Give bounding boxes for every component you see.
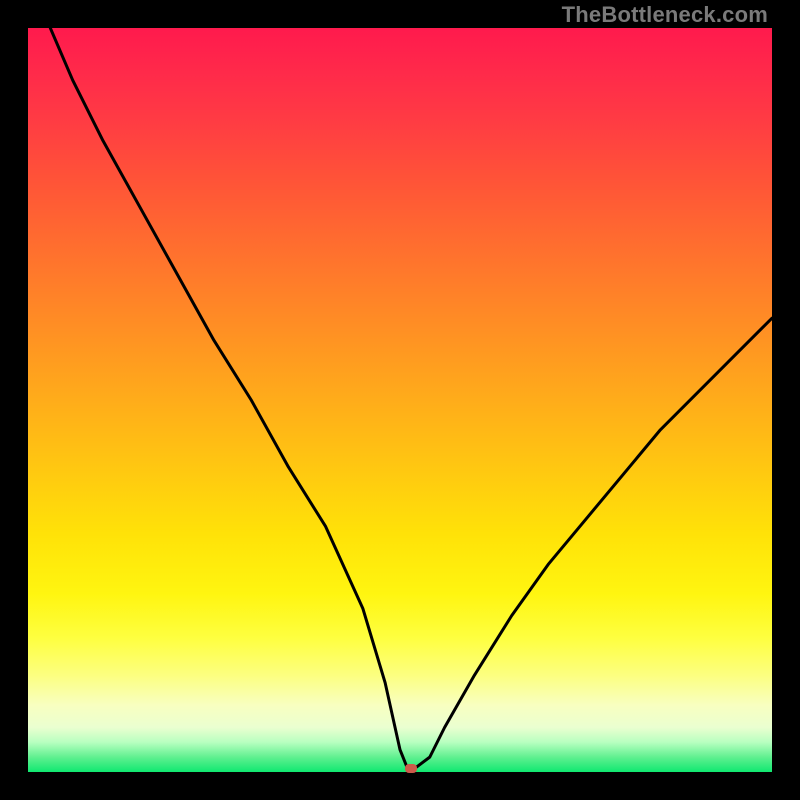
- optimal-point-marker: [405, 764, 417, 773]
- chart-frame: TheBottleneck.com: [0, 0, 800, 800]
- bottleneck-curve: [28, 28, 772, 772]
- plot-area: [28, 28, 772, 772]
- watermark-text: TheBottleneck.com: [562, 2, 768, 28]
